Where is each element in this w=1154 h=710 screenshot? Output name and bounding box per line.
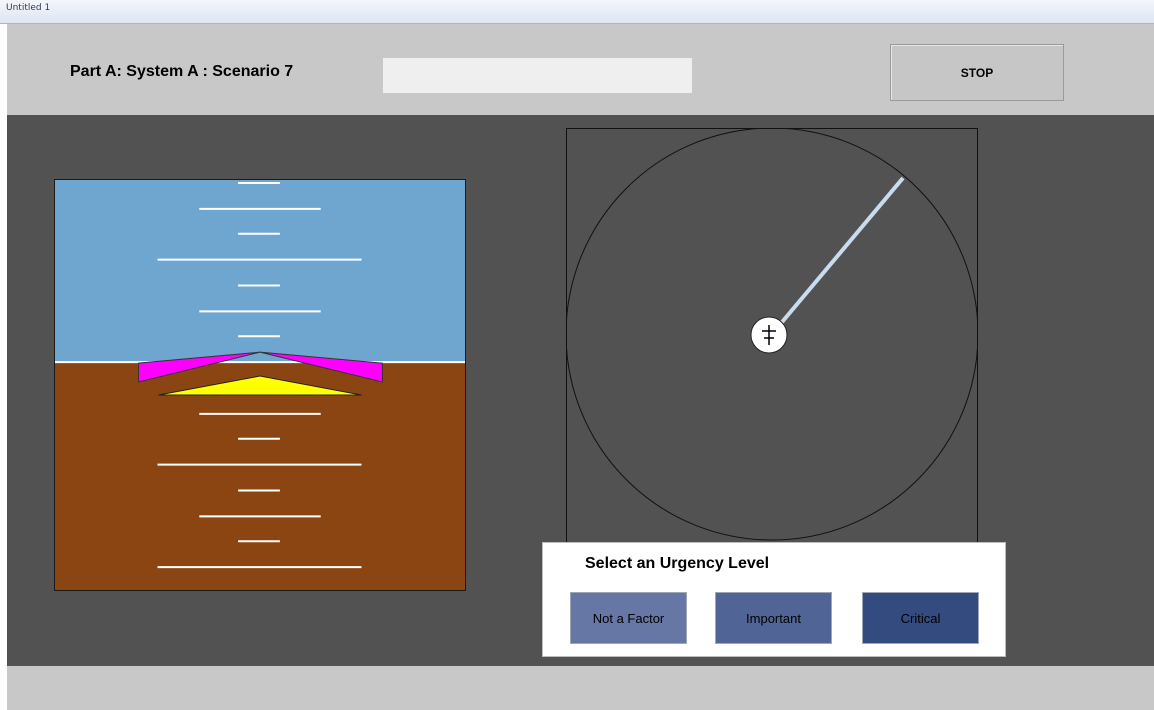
- ground-area: [55, 362, 465, 590]
- scenario-title: Part A: System A : Scenario 7: [70, 63, 294, 80]
- sky-area: [55, 180, 465, 363]
- urgency-panel: Select an Urgency Level Not a Factor Imp…: [542, 542, 1006, 657]
- urgency-title: Select an Urgency Level: [585, 555, 770, 572]
- stop-button[interactable]: STOP: [890, 44, 1064, 101]
- instrument-workspace: Select an Urgency Level Not a Factor Imp…: [7, 115, 1154, 666]
- ownship-icon: [750, 316, 788, 354]
- app-window: Part A: System A : Scenario 7 STOP Selec…: [7, 24, 1154, 710]
- not-a-factor-button[interactable]: Not a Factor: [570, 592, 687, 644]
- important-button[interactable]: Important: [715, 592, 832, 644]
- radar-display: [566, 128, 978, 558]
- window-title: Untitled 1: [6, 3, 51, 13]
- status-field[interactable]: [383, 58, 692, 93]
- attitude-indicator: [54, 179, 466, 591]
- critical-button[interactable]: Critical: [862, 592, 979, 644]
- window-titlebar: Untitled 1: [0, 0, 1154, 24]
